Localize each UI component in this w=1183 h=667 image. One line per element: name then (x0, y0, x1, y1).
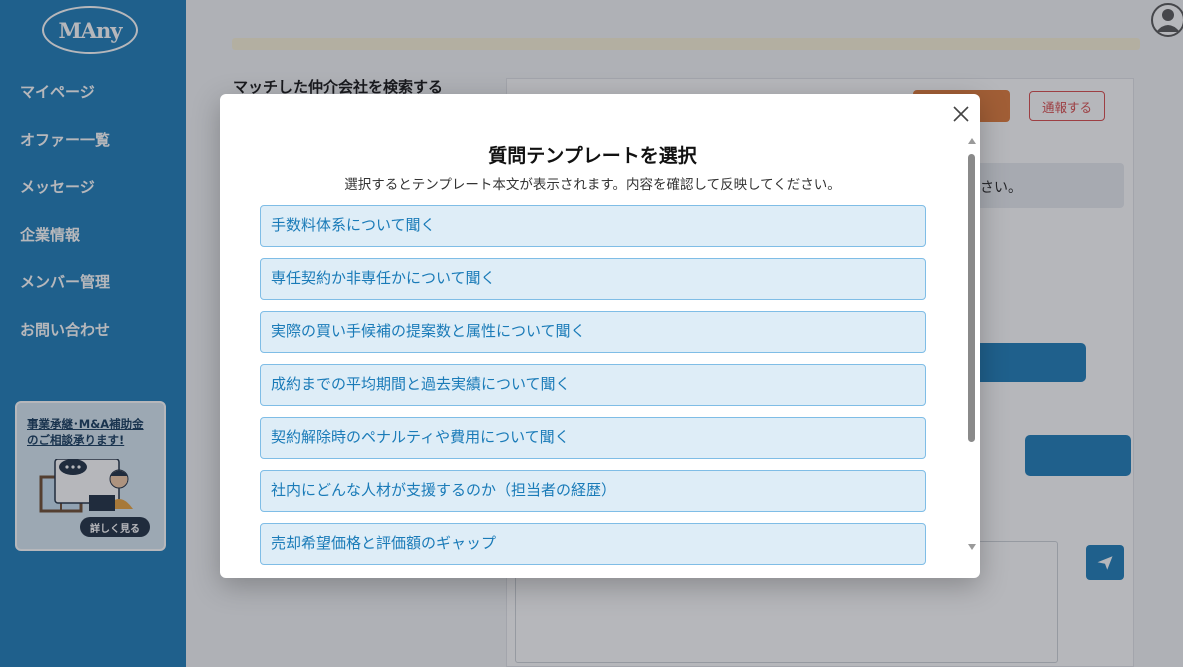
template-item-exclusive-contract[interactable]: 専任契約か非専任かについて聞く (260, 258, 926, 300)
modal-scrollbar[interactable] (966, 138, 978, 556)
modal-title: 質問テンプレートを選択 (488, 145, 697, 167)
template-item-average-period[interactable]: 成約までの平均期間と過去実績について聞く (260, 364, 926, 406)
template-item-buyer-proposals[interactable]: 実際の買い手候補の提案数と属性について聞く (260, 311, 926, 353)
scroll-up-icon[interactable] (968, 138, 976, 144)
scroll-thumb[interactable] (968, 154, 975, 442)
template-item-support-staff[interactable]: 社内にどんな人材が支援するのか（担当者の経歴） (260, 470, 926, 512)
template-item-cancellation-penalty[interactable]: 契約解除時のペナルティや費用について聞く (260, 417, 926, 459)
scroll-down-icon[interactable] (968, 544, 976, 550)
modal-subtitle: 選択するとテンプレート本文が表示されます。内容を確認して反映してください。 (344, 177, 841, 193)
template-select-modal: 質問テンプレートを選択 選択するとテンプレート本文が表示されます。内容を確認して… (220, 94, 980, 578)
template-item-fee-structure[interactable]: 手数料体系について聞く (260, 205, 926, 247)
template-item-price-gap[interactable]: 売却希望価格と評価額のギャップ (260, 523, 926, 565)
template-list: 手数料体系について聞く 専任契約か非専任かについて聞く 実際の買い手候補の提案数… (260, 205, 926, 576)
close-icon[interactable] (950, 103, 972, 125)
